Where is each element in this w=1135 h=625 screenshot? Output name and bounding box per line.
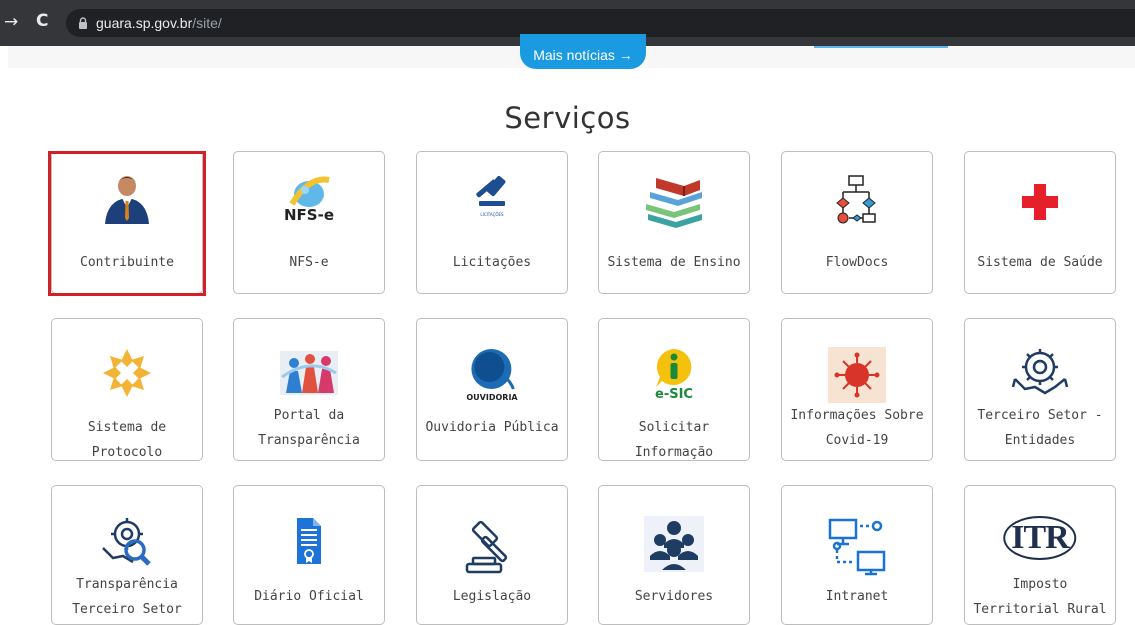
reload-icon[interactable]: C xyxy=(36,11,48,31)
service-card[interactable]: Diário Oficial xyxy=(233,485,385,625)
nfse-logo-text: NFS-e xyxy=(283,206,335,224)
nfse-logo-icon: NFS-e xyxy=(284,174,334,224)
service-card[interactable]: e-SIC Solicitar Informação xyxy=(598,318,750,461)
forward-arrow-icon[interactable]: → xyxy=(4,12,18,32)
service-card[interactable]: Terceiro Setor - Entidades xyxy=(964,318,1116,461)
service-label: Servidores xyxy=(634,589,714,604)
service-label: Sistema de Saúde xyxy=(977,255,1103,270)
service-card[interactable]: Sistema de Ensino xyxy=(598,151,750,294)
service-label: FlowDocs xyxy=(825,255,889,270)
service-label: NFS-e xyxy=(289,255,329,270)
ouvidoria-logo-icon: OUVIDORIA xyxy=(466,347,518,402)
gear-magnifier-icon xyxy=(97,516,157,570)
books-icon xyxy=(642,174,706,232)
service-card[interactable]: OUVIDORIA Ouvidoria Pública xyxy=(416,318,568,461)
gavel-icon: LICITAÇÕES xyxy=(471,174,513,217)
selection-highlight xyxy=(48,151,206,296)
url-path: /site/ xyxy=(192,15,222,31)
address-bar[interactable]: guara.sp.gov.br/site/ xyxy=(66,9,1135,37)
service-label: Transparência Terceiro Setor xyxy=(72,577,182,617)
service-card[interactable]: Sistema de Protocolo xyxy=(51,318,203,461)
gavel-outline-icon xyxy=(461,516,523,576)
group-icon xyxy=(644,516,704,572)
service-label: Diário Oficial xyxy=(254,589,364,604)
service-label: Sistema de Protocolo xyxy=(87,420,167,460)
service-label: Informações Sobre Covid-19 xyxy=(790,408,924,448)
network-computers-icon xyxy=(828,516,886,576)
handshake-gear-icon xyxy=(1011,347,1069,399)
service-label: Legislação xyxy=(452,589,532,604)
service-label: Portal da Transparência xyxy=(258,408,360,448)
service-card[interactable]: Intranet xyxy=(781,485,933,625)
protocol-star-icon xyxy=(101,347,153,399)
service-label: Terceiro Setor - Entidades xyxy=(977,408,1103,448)
service-card[interactable]: Transparência Terceiro Setor xyxy=(51,485,203,625)
service-label: Solicitar Informação xyxy=(634,420,714,460)
itr-logo-icon: ITR xyxy=(1003,516,1077,560)
url-host: guara.sp.gov.br xyxy=(96,15,193,31)
service-label: Imposto Territorial Rural xyxy=(973,577,1107,617)
service-card[interactable]: FlowDocs xyxy=(781,151,933,294)
section-title: Serviços xyxy=(504,101,631,135)
service-label: Sistema de Ensino xyxy=(607,255,741,270)
document-icon xyxy=(295,516,323,566)
flowchart-icon xyxy=(835,174,879,224)
gavel-logo-text: LICITAÇÕES xyxy=(480,212,504,217)
service-card[interactable]: Informações Sobre Covid-19 xyxy=(781,318,933,461)
more-news-button[interactable]: Mais notícias → xyxy=(520,34,646,69)
people-banner-icon xyxy=(280,347,338,397)
service-card[interactable]: Portal da Transparência xyxy=(233,318,385,461)
service-label: Ouvidoria Pública xyxy=(425,420,559,435)
ouvidoria-logo-text: OUVIDORIA xyxy=(466,393,518,402)
itr-logo-text: ITR xyxy=(1003,516,1077,560)
service-label: Intranet xyxy=(825,589,889,604)
red-cross-icon xyxy=(1022,184,1058,220)
service-card[interactable]: ITR Imposto Territorial Rural xyxy=(964,485,1116,625)
partial-carousel-indicator xyxy=(814,46,948,48)
service-card[interactable]: LICITAÇÕES Licitações xyxy=(416,151,568,294)
service-card[interactable]: Legislação xyxy=(416,485,568,625)
esic-logo-icon: e-SIC xyxy=(654,347,694,402)
esic-logo-text: e-SIC xyxy=(655,387,693,402)
virus-icon xyxy=(828,347,886,403)
lock-icon xyxy=(78,14,88,33)
service-card[interactable]: Sistema de Saúde xyxy=(964,151,1116,294)
service-card[interactable]: NFS-e NFS-e xyxy=(233,151,385,294)
service-card[interactable]: Servidores xyxy=(598,485,750,625)
service-label: Licitações xyxy=(452,255,532,270)
